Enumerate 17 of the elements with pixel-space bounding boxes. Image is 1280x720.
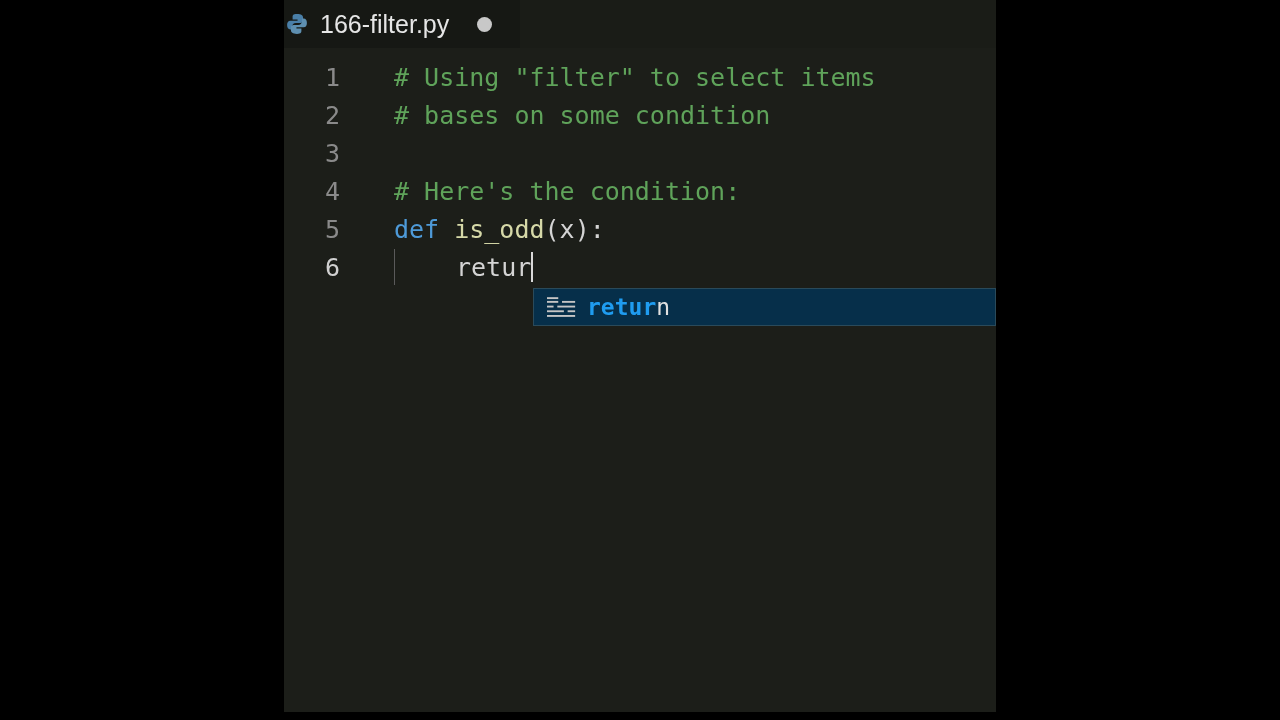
code-line: # bases on some condition [394,100,771,130]
code-line: def is_odd(x): [394,214,605,244]
code-line: # Using "filter" to select items [394,62,876,92]
code-line: retur [456,252,532,282]
line-number: 3 [323,138,340,168]
line-number: 4 [323,176,340,206]
line-number: 2 [323,100,340,130]
python-file-icon [286,13,308,35]
suggestion-item[interactable]: return [534,289,995,325]
code-line: # Here's the condition: [394,176,741,206]
line-number: 6 [323,252,340,282]
line-number: 1 [323,62,340,92]
line-number: 5 [323,214,340,244]
suggestion-label: return [587,294,671,320]
keyword-icon [547,295,577,319]
file-tab[interactable]: 166-filter.py [284,0,521,48]
tab-title: 166-filter.py [320,9,450,39]
